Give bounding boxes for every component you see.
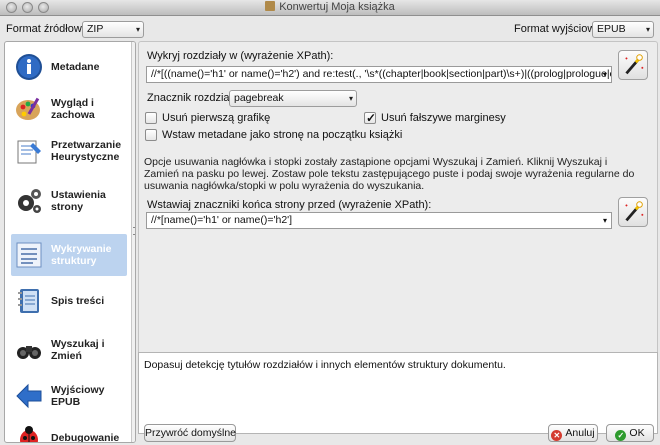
pagebreaks-xpath-value: //*[name()='h1' or name()='h2'] — [151, 214, 293, 226]
sidebar-item-structure-detection[interactable]: Wykrywanie struktury — [11, 234, 127, 276]
arrow-left-icon — [16, 383, 42, 409]
chapters-xpath-label: Wykryj rozdziały w (wyrażenie XPath): — [147, 50, 334, 62]
document-structure-icon — [16, 242, 42, 268]
remove-first-image-label: Usuń pierwszą grafikę — [162, 112, 271, 124]
ok-label: OK — [629, 427, 645, 439]
convert-dialog: Format źródłowy: ZIP ▾ Format wyjściowy … — [0, 16, 660, 445]
chevron-down-icon: ▾ — [602, 70, 607, 79]
checkmark-icon: ✓ — [366, 111, 377, 125]
checkbox-box — [145, 112, 157, 124]
structure-detection-panel: Wykryj rozdziały w (wyrażenie XPath): //… — [138, 41, 658, 401]
chevron-updown-icon: ▾ — [348, 94, 353, 103]
remove-first-image-checkbox[interactable]: Usuń pierwszą grafikę — [145, 111, 270, 125]
ok-button[interactable]: ✓ OK — [606, 424, 654, 442]
remove-fake-margins-checkbox[interactable]: ✓ Usuń fałszywe marginesy — [364, 111, 506, 125]
heuristics-icon — [17, 140, 41, 164]
checkbox-box — [145, 129, 157, 141]
source-format-select[interactable]: ZIP ▾ — [82, 21, 144, 38]
output-format-select[interactable]: EPUB ▾ — [592, 21, 654, 38]
option-description-box: Dopasuj detekcję tytułów rozdziałów i in… — [138, 352, 658, 434]
window-title: Konwertuj Moja książka — [279, 1, 395, 13]
chevron-updown-icon: ▾ — [135, 25, 140, 34]
sidebar-item-heuristics[interactable]: Przetwarzanie Heurystyczne — [11, 130, 127, 172]
chevron-updown-icon: ▾ — [645, 25, 650, 34]
header-footer-help-text: Opcje usuwania nagłówka i stopki zostały… — [144, 156, 635, 192]
cancel-label: Anuluj — [565, 427, 595, 439]
info-icon — [16, 54, 42, 80]
cancel-button[interactable]: ✕ Anuluj — [548, 424, 598, 442]
output-format-value: EPUB — [597, 23, 626, 35]
paint-palette-icon — [16, 97, 40, 120]
sidebar-item-label: Wygląd i zachowa — [51, 97, 95, 121]
cancel-icon: ✕ — [551, 430, 563, 441]
checkbox-box: ✓ — [364, 111, 377, 125]
chapter-mark-select[interactable]: pagebreak ▾ — [229, 90, 357, 107]
sidebar-item-label: Wyjściowy EPUB — [51, 384, 105, 408]
chapters-xpath-value: //*[((name()='h1' or name()='h2') and re… — [151, 68, 612, 80]
sidebar-item-label: Przetwarzanie Heurystyczne — [51, 139, 122, 163]
source-format-label: Format źródłowy: — [6, 23, 91, 35]
sidebar-scrollbar[interactable] — [131, 42, 135, 442]
window-titlebar: Konwertuj Moja książka — [0, 0, 660, 16]
ladybug-icon — [20, 426, 38, 442]
binoculars-icon — [17, 346, 41, 359]
pagebreak-wizard-button[interactable] — [618, 197, 648, 227]
sidebar-item-label: Ustawienia strony — [51, 189, 106, 213]
magic-wand-icon — [625, 54, 644, 75]
remove-fake-margins-label: Usuń fałszywe marginesy — [381, 112, 506, 124]
chapter-mark-value: pagebreak — [234, 92, 284, 104]
sidebar-item-label: Wyszukaj i Zmień — [51, 338, 105, 362]
sidebar-item-label: Metadane — [51, 61, 100, 73]
restore-defaults-button[interactable]: Przywróć domyślne — [144, 424, 236, 442]
xpath-wizard-button[interactable] — [618, 50, 648, 80]
gears-icon — [18, 189, 41, 213]
chapter-mark-label: Znacznik rozdziału: — [147, 92, 242, 104]
splitter-grip[interactable] — [133, 227, 135, 235]
ok-icon: ✓ — [615, 430, 627, 441]
chevron-down-icon: ▾ — [602, 216, 607, 225]
sidebar-item-page-setup[interactable]: Ustawienia strony — [11, 180, 127, 222]
sidebar-item-look-and-feel[interactable]: Wygląd i zachowa — [11, 88, 127, 130]
sidebar-item-label: Debugowanie — [51, 432, 120, 443]
source-format-value: ZIP — [87, 23, 104, 35]
settings-sidebar: Metadane Wygląd i zachowa Przetwarzanie … — [4, 41, 136, 443]
book-icon — [265, 1, 276, 11]
sidebar-item-toc[interactable]: Spis treści — [11, 280, 127, 322]
sidebar-item-epub-output[interactable]: Wyjściowy EPUB — [11, 375, 127, 417]
pagebreaks-xpath-label: Wstawiaj znaczniki końca strony przed (w… — [147, 199, 432, 211]
insert-metadata-label: Wstaw metadane jako stronę na początku k… — [162, 129, 403, 141]
magic-wand-icon — [625, 201, 644, 222]
sidebar-item-metadata[interactable]: Metadane — [11, 46, 127, 88]
chapters-xpath-input[interactable]: //*[((name()='h1' or name()='h2') and re… — [146, 66, 612, 83]
pagebreaks-xpath-input[interactable]: //*[name()='h1' or name()='h2'] ▾ — [146, 212, 612, 229]
window-title-wrap: Konwertuj Moja książka — [0, 1, 660, 13]
sidebar-item-label: Wykrywanie struktury — [51, 243, 112, 267]
sidebar-item-debug[interactable]: Debugowanie — [11, 417, 127, 442]
sidebar-item-search-replace[interactable]: Wyszukaj i Zmień — [11, 329, 127, 371]
sidebar-item-label: Spis treści — [51, 295, 105, 307]
option-description-text: Dopasuj detekcję tytułów rozdziałów i in… — [144, 359, 506, 371]
notebook-icon — [18, 289, 39, 313]
insert-metadata-checkbox[interactable]: Wstaw metadane jako stronę na początku k… — [145, 128, 402, 142]
output-format-label: Format wyjściowy — [514, 23, 601, 35]
